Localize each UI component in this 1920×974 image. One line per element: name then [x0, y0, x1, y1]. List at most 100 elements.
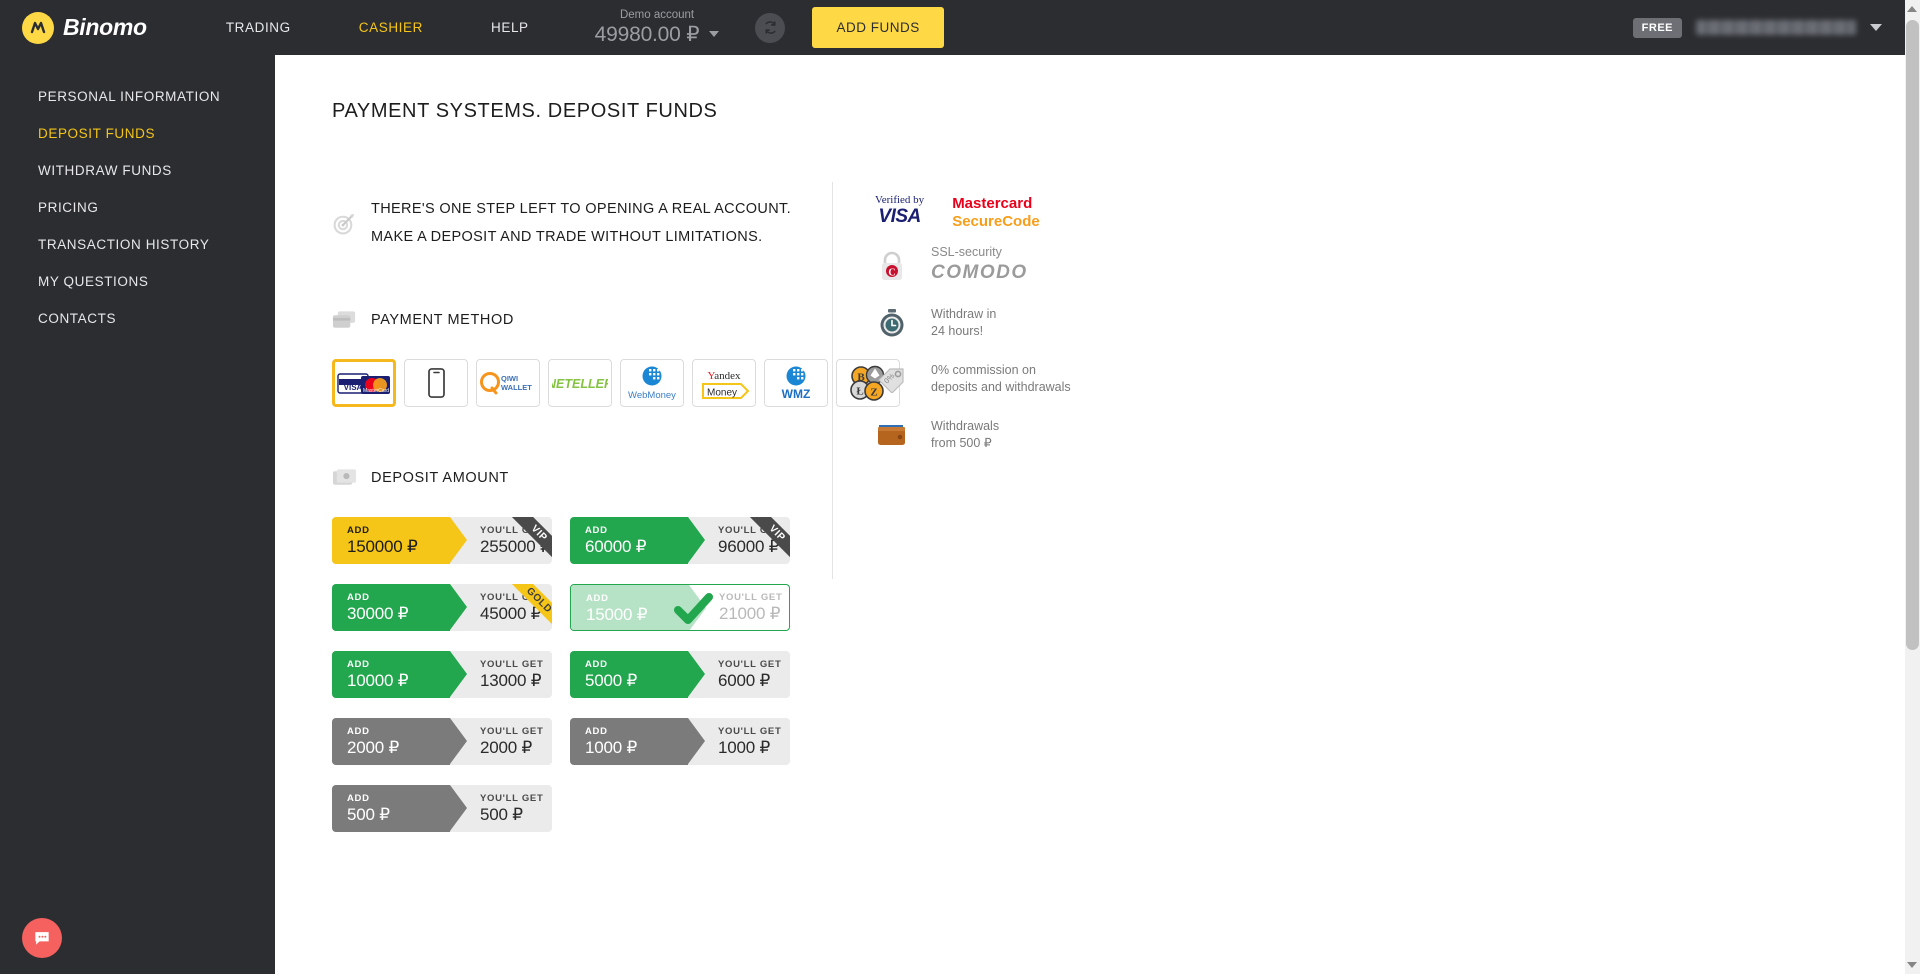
- svg-text:Ł: Ł: [856, 386, 863, 398]
- promo-banner: THERE'S ONE STEP LEFT TO OPENING A REAL …: [332, 195, 952, 251]
- nav-item-help[interactable]: HELP: [457, 20, 563, 35]
- page-scrollbar[interactable]: [1905, 0, 1920, 974]
- sidebar-item-personal-information[interactable]: PERSONAL INFORMATION: [0, 78, 275, 115]
- deposit-card-add-side: ADD 150000 ₽: [332, 517, 467, 564]
- deposit-card-get-value: 13000 ₽: [480, 670, 542, 690]
- verified-by-visa-top: Verified by: [875, 194, 925, 206]
- sidebar-item-contacts[interactable]: CONTACTS: [0, 300, 275, 337]
- feature-text-commission: 0% commission on deposits and withdrawal…: [931, 362, 1071, 396]
- deposit-card-tier-ribbon: VIP: [745, 517, 790, 562]
- refresh-button[interactable]: [755, 12, 786, 43]
- deposit-card[interactable]: ADD 150000 ₽ YOU'LL GET 255000 ₽ VIP: [332, 517, 552, 564]
- deposit-card-add-value: 30000 ₽: [347, 603, 409, 623]
- payment-tile-webmoney[interactable]: WebMoney: [620, 359, 684, 407]
- payment-tile-visa-mastercard[interactable]: VISA MasterCard: [332, 359, 396, 407]
- scrollbar-thumb[interactable]: [1906, 20, 1919, 650]
- deposit-card-add-label: ADD: [347, 658, 370, 670]
- chat-bubble-icon: [35, 932, 49, 945]
- feature-row-min-withdrawal: Withdrawals from 500 ₽: [875, 418, 1295, 452]
- svg-text:WALLET: WALLET: [501, 383, 532, 392]
- payment-tile-qiwi-wallet[interactable]: QIWI WALLET: [476, 359, 540, 407]
- nav-item-trading[interactable]: TRADING: [192, 20, 325, 35]
- deposit-card-add-label: ADD: [585, 725, 608, 737]
- verified-by-visa-main: VISA: [878, 205, 921, 227]
- deposit-card-add-label: ADD: [585, 524, 608, 536]
- deposit-card-add-label: ADD: [585, 658, 608, 670]
- payment-tile-wmz[interactable]: WMZ: [764, 359, 828, 407]
- sidebar-item-pricing[interactable]: PRICING: [0, 189, 275, 226]
- chat-widget-button[interactable]: [22, 918, 62, 958]
- deposit-card[interactable]: ADD 30000 ₽ YOU'LL GET 45000 ₽ GOLD: [332, 584, 552, 631]
- deposit-card-add-value: 150000 ₽: [347, 536, 418, 556]
- logo[interactable]: Binomo: [22, 11, 147, 44]
- user-name[interactable]: [1696, 20, 1856, 35]
- payment-method-grid: VISA MasterCard QIWI WALLET ETELLE WebMo…: [332, 359, 932, 407]
- yandex-money-icon: Yandex Money: [702, 370, 750, 399]
- price-tag-icon-wrap: 0%: [875, 365, 909, 394]
- chevron-down-icon[interactable]: [709, 31, 720, 37]
- wmz-icon: WMZ: [782, 366, 810, 401]
- scroll-down-arrow-icon[interactable]: [1907, 962, 1917, 968]
- comodo-icon-wrap: C: [875, 248, 909, 282]
- deposit-card[interactable]: ADD 5000 ₽ YOU'LL GET 6000 ₽: [570, 651, 790, 698]
- sidebar-item-deposit-funds[interactable]: DEPOSIT FUNDS: [0, 115, 275, 152]
- sidebar-item-withdraw-funds[interactable]: WITHDRAW FUNDS: [0, 152, 275, 189]
- deposit-card-add-value: 1000 ₽: [585, 737, 638, 757]
- deposit-card-add-label: ADD: [347, 524, 370, 536]
- sidebar-item-my-questions[interactable]: MY QUESTIONS: [0, 263, 275, 300]
- card-security-badges: Verified by VISA Mastercard SecureCode: [875, 194, 1295, 231]
- deposit-card-get-label: YOU'LL GET: [480, 792, 544, 804]
- payment-tile-yandex-money[interactable]: Yandex Money: [692, 359, 756, 407]
- add-funds-button[interactable]: ADD FUNDS: [812, 7, 944, 48]
- deposit-amount-grid: ADD 150000 ₽ YOU'LL GET 255000 ₽ VIP ADD 60000…: [332, 517, 912, 832]
- deposit-card-add-value: 2000 ₽: [347, 737, 400, 757]
- payment-tile-mobile-payment[interactable]: [404, 359, 468, 407]
- deposit-card[interactable]: ADD 2000 ₽ YOU'LL GET 2000 ₽: [332, 718, 552, 765]
- mastercard-line-2: SecureCode: [952, 213, 1040, 230]
- deposit-card-get-label: YOU'LL GET: [718, 658, 782, 670]
- sidebar-item-transaction-history[interactable]: TRANSACTION HISTORY: [0, 226, 275, 263]
- deposit-card-add-value: 10000 ₽: [347, 670, 409, 690]
- payment-tile-neteller[interactable]: NETELLER: [548, 359, 612, 407]
- feature-line-2: 24 hours!: [931, 324, 984, 339]
- wallet-cash-icon: [332, 469, 357, 485]
- wallet-icon-wrap: [875, 422, 909, 448]
- deposit-card[interactable]: ADD 10000 ₽ YOU'LL GET 13000 ₽: [332, 651, 552, 698]
- deposit-card[interactable]: ADD 1000 ₽ YOU'LL GET 1000 ₽: [570, 718, 790, 765]
- deposit-card-add-label: ADD: [347, 792, 370, 804]
- deposit-card-get-label: YOU'LL GET: [718, 725, 782, 737]
- deposit-card-add-side: ADD 10000 ₽: [332, 651, 467, 698]
- svg-text:NETELLER: NETELLER: [552, 377, 608, 391]
- comodo-text-block: SSL-security COMODO: [931, 245, 1028, 284]
- comodo-line-1: SSL-security: [931, 245, 1002, 259]
- deposit-card-add-side: ADD 2000 ₽: [332, 718, 467, 765]
- user-menu-chevron-down-icon[interactable]: [1870, 24, 1882, 31]
- logo-text: Binomo: [63, 14, 147, 40]
- target-dart-icon: [333, 213, 354, 234]
- deposit-card-add-value: 500 ₽: [347, 804, 390, 824]
- status-badge: FREE: [1632, 17, 1682, 38]
- deposit-card-tier-ribbon: VIP: [507, 517, 552, 562]
- refresh-icon: [765, 21, 776, 34]
- account-balance-selector[interactable]: Demo account 49980.00 ₽: [595, 9, 720, 47]
- deposit-card[interactable]: ADD 60000 ₽ YOU'LL GET 96000 ₽ VIP: [570, 517, 790, 564]
- deposit-card[interactable]: ADD 15000 ₽ YOU'LL GET 21000 ₽: [570, 584, 790, 631]
- feature-line-2: deposits and withdrawals: [931, 380, 1071, 395]
- deposit-card-get-value: 2000 ₽: [480, 737, 533, 757]
- deposit-card-add-side: ADD 15000 ₽: [571, 585, 706, 630]
- header-user-area: FREE: [1632, 17, 1882, 38]
- stopwatch-icon: [880, 309, 904, 337]
- feature-line-1: 0% commission on: [931, 363, 1036, 378]
- svg-text:MasterCard: MasterCard: [363, 388, 389, 394]
- svg-text:Money: Money: [707, 388, 737, 399]
- mobile-phone-icon: [427, 368, 445, 398]
- deposit-card[interactable]: ADD 500 ₽ YOU'LL GET 500 ₽: [332, 785, 552, 832]
- feature-line-2: from 500 ₽: [931, 436, 992, 451]
- scroll-up-arrow-icon[interactable]: [1907, 6, 1917, 12]
- nav-item-cashier[interactable]: CASHIER: [325, 20, 457, 35]
- svg-text:QIWI: QIWI: [501, 374, 518, 383]
- deposit-card-get-value: 6000 ₽: [718, 670, 771, 690]
- deposit-card-tier-label: GOLD: [508, 584, 552, 629]
- deposit-card-tier-ribbon: GOLD: [507, 584, 552, 629]
- deposit-card-add-side: ADD 500 ₽: [332, 785, 467, 832]
